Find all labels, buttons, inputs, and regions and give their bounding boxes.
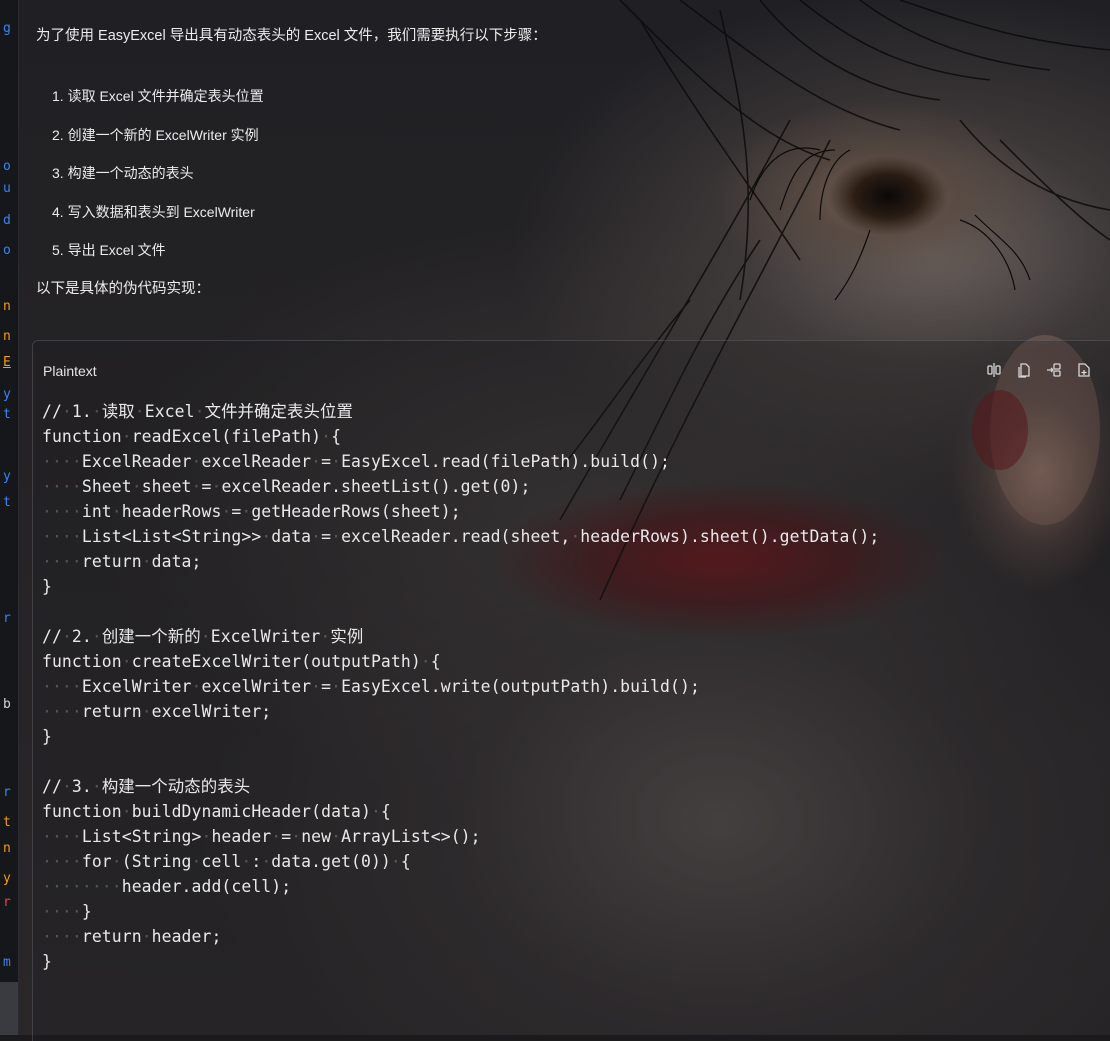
code-line: //·2.·创建一个新的·ExcelWriter·实例 xyxy=(42,627,364,646)
code-content: //·1.·读取·Excel·文件并确定表头位置 function·readExc… xyxy=(42,399,879,974)
left-gutter: g o u d o n n E y t y t r b r t n y r m xyxy=(0,0,19,1035)
list-item: 3. 构建一个动态的表头 xyxy=(52,165,194,181)
code-line: ····ExcelWriter·excelWriter·=·EasyExcel.… xyxy=(42,677,700,696)
gutter-letter: E xyxy=(3,355,11,370)
gutter-letter: o xyxy=(3,159,11,174)
list-item: 5. 导出 Excel 文件 xyxy=(52,242,166,258)
code-line: } xyxy=(42,727,52,746)
gutter-letter: t xyxy=(3,815,11,830)
code-line: ········header.add(cell); xyxy=(42,877,292,896)
code-line: function·buildDynamicHeader(data)·{ xyxy=(42,802,391,821)
gutter-letter: r xyxy=(3,785,11,800)
code-line: ····} xyxy=(42,902,92,921)
code-line: ····Sheet·sheet·=·excelReader.sheetList(… xyxy=(42,477,531,496)
code-line: ····return·excelWriter; xyxy=(42,702,272,721)
gutter-letter: u xyxy=(3,181,11,196)
message-intro: 为了使用 EasyExcel 导出具有动态表头的 Excel 文件，我们需要执行… xyxy=(36,28,547,44)
gutter-letter: t xyxy=(3,407,11,422)
code-line: ····List<List<String>>·data·=·excelReade… xyxy=(42,527,880,546)
steps-list: 1. 读取 Excel 文件并确定表头位置 2. 创建一个新的 ExcelWri… xyxy=(52,86,264,279)
code-language-label: Plaintext xyxy=(43,363,97,379)
code-line: ····for·(String·cell·:·data.get(0))·{ xyxy=(42,852,411,871)
new-file-icon[interactable] xyxy=(1075,361,1093,379)
message-outro: 以下是具体的伪代码实现： xyxy=(36,281,210,297)
code-line: ····ExcelReader·excelReader·=·EasyExcel.… xyxy=(42,452,671,471)
code-line: } xyxy=(42,577,52,596)
gutter-letter: n xyxy=(3,299,11,314)
code-line: function·readExcel(filePath)·{ xyxy=(42,427,342,446)
gutter-letter: o xyxy=(3,243,11,258)
gutter-letter: g xyxy=(3,21,11,36)
code-toolbar xyxy=(985,361,1093,379)
code-line: } xyxy=(42,952,52,971)
code-line: //·3.·构建一个动态的表头 xyxy=(42,777,251,796)
list-item: 1. 读取 Excel 文件并确定表头位置 xyxy=(52,88,264,104)
list-item: 4. 写入数据和表头到 ExcelWriter xyxy=(52,203,255,220)
code-line: function·createExcelWriter(outputPath)·{ xyxy=(42,652,441,671)
copy-icon[interactable] xyxy=(1015,361,1033,379)
list-item: 2. 创建一个新的 ExcelWriter 实例 xyxy=(52,126,259,143)
gutter-letter: y xyxy=(3,469,11,484)
code-line: ····return·data; xyxy=(42,552,202,571)
gutter-letter: m xyxy=(3,955,11,970)
gutter-letter: n xyxy=(3,841,11,856)
split-view-icon[interactable] xyxy=(985,361,1003,379)
code-line: ····return·header; xyxy=(42,927,222,946)
gutter-letter: d xyxy=(3,213,11,228)
gutter-letter: r xyxy=(3,895,11,910)
gutter-letter: r xyxy=(3,611,11,626)
gutter-scroll-block[interactable] xyxy=(0,982,18,1035)
gutter-letter: y xyxy=(3,871,11,886)
gutter-letter: t xyxy=(3,495,11,510)
gutter-letter: n xyxy=(3,329,11,344)
gutter-letter: y xyxy=(3,387,11,402)
insert-icon[interactable] xyxy=(1045,361,1063,379)
code-line: ····List<String>·header·=·new·ArrayList<… xyxy=(42,827,481,846)
code-line: ····int·headerRows·=·getHeaderRows(sheet… xyxy=(42,502,461,521)
code-block: Plaintext //·1.·读取·Excel·文件并确定表头位置 functi… xyxy=(32,340,1110,1041)
code-line: //·1.·读取·Excel·文件并确定表头位置 xyxy=(42,402,353,421)
gutter-letter: b xyxy=(3,697,11,712)
